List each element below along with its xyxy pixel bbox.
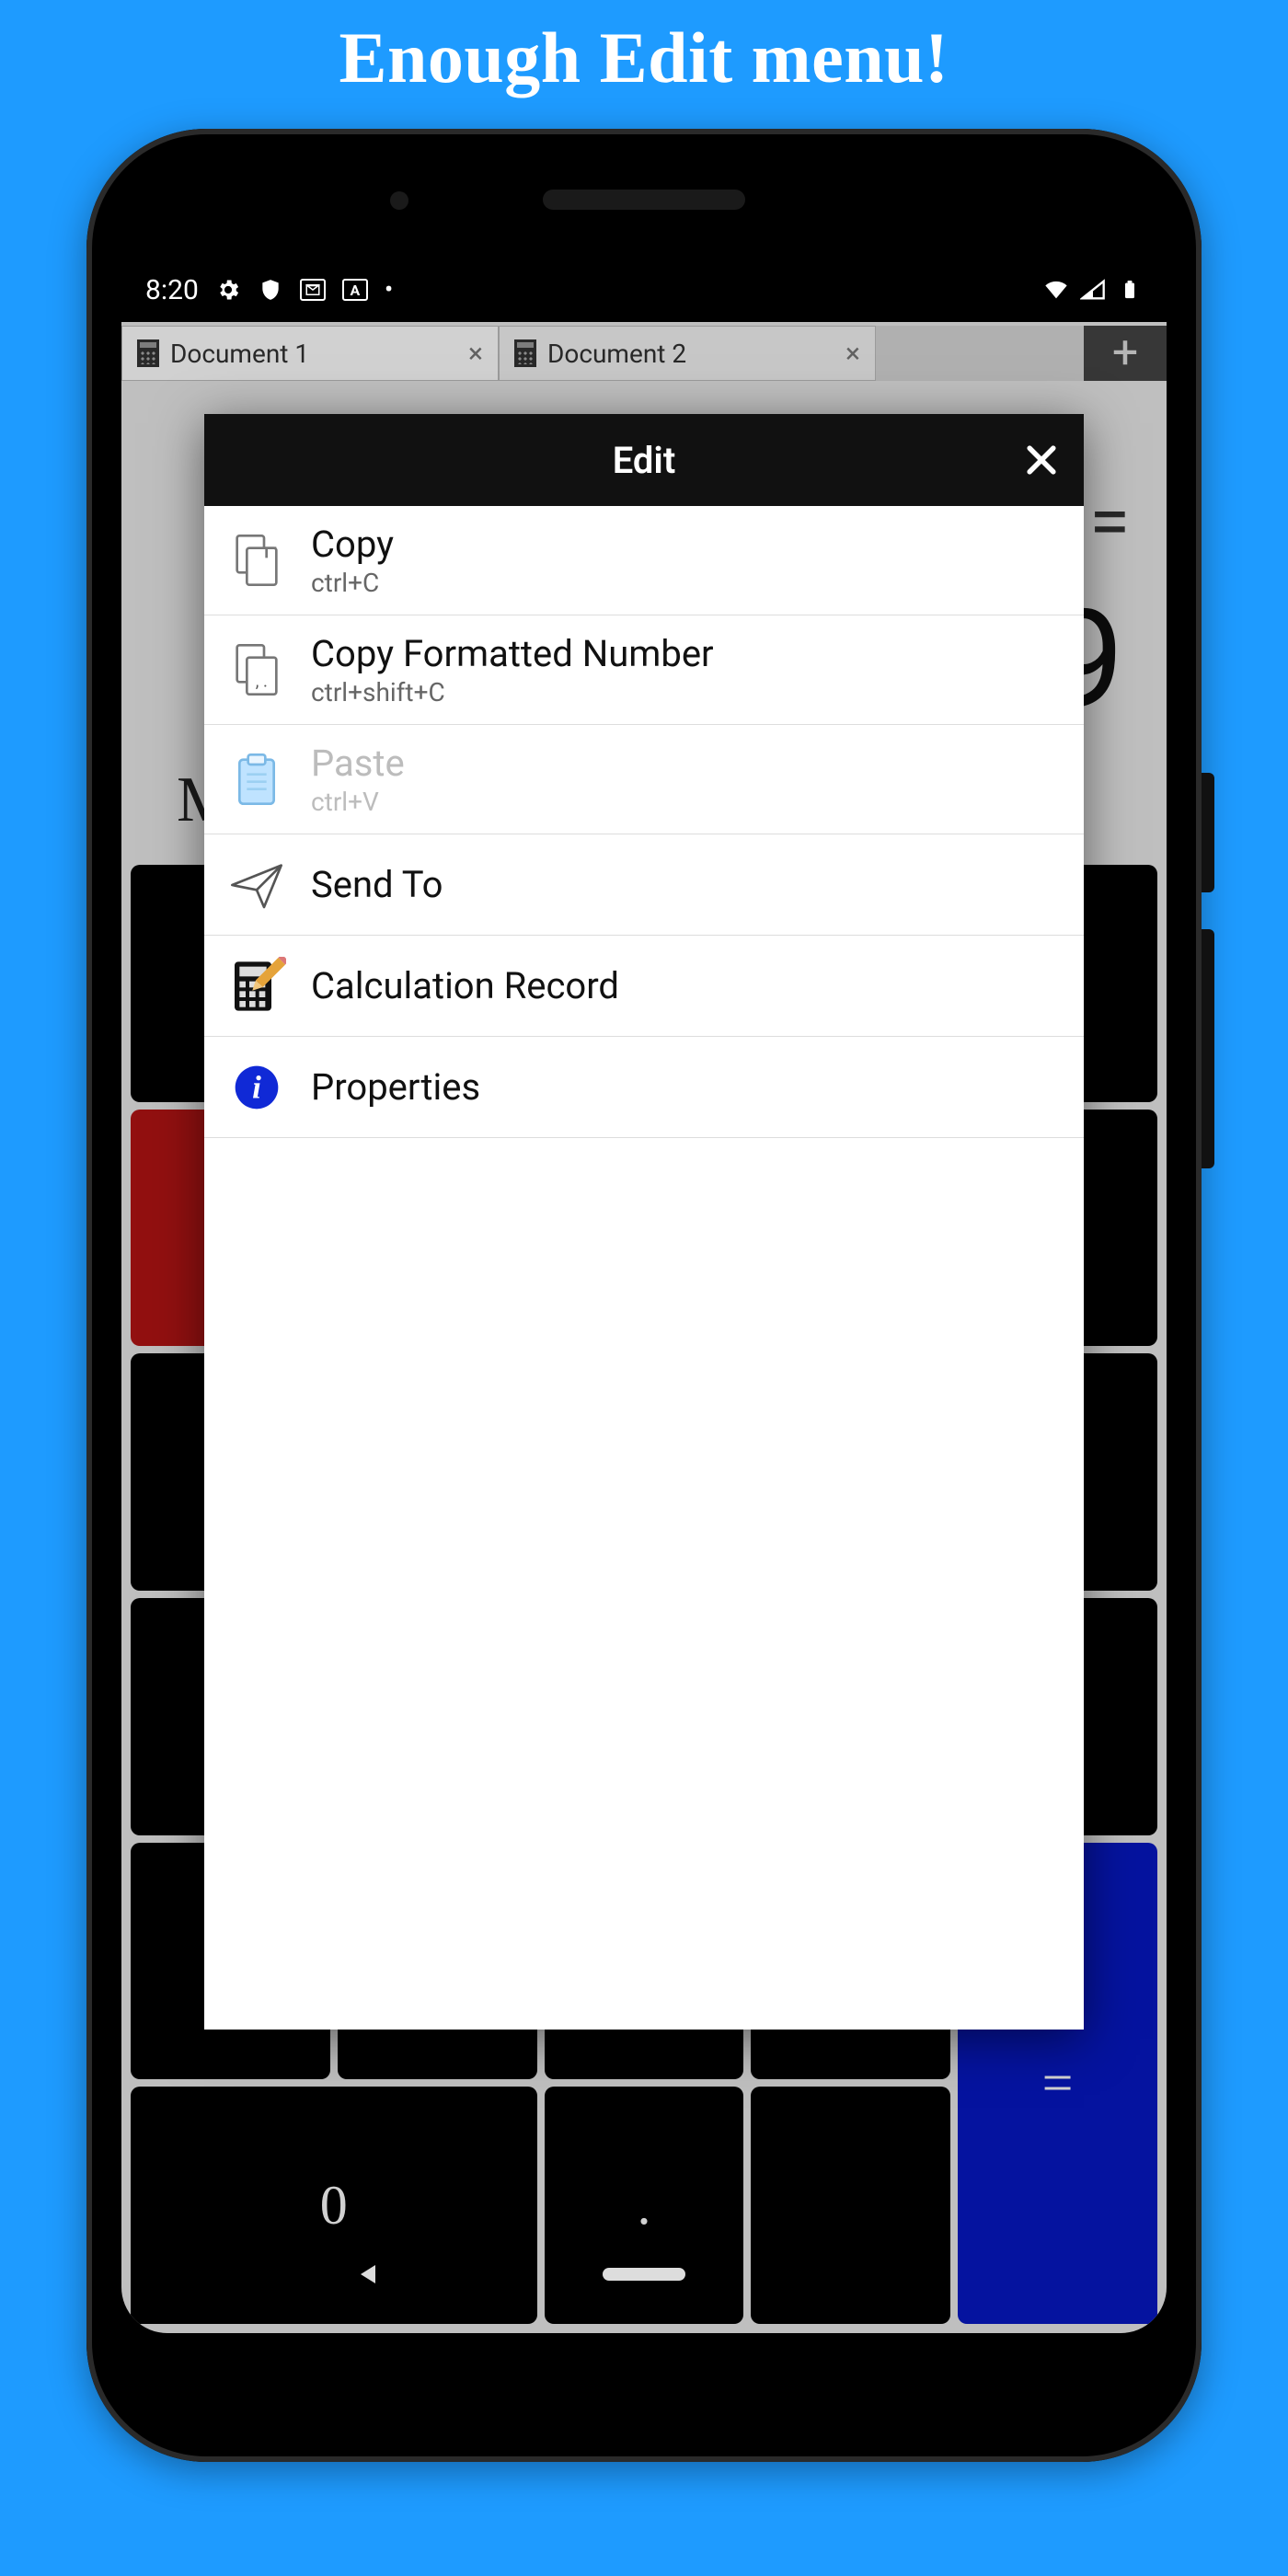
dialog-list: Copy ctrl+C , . Copy Formatted Number ct… [204,506,1084,2030]
calc-key[interactable] [751,2087,950,2324]
menu-item-label: Copy Formatted Number [311,632,714,675]
menu-item-copy-formatted[interactable]: , . Copy Formatted Number ctrl+shift+C [204,615,1084,725]
calculator-pencil-icon [224,954,289,1018]
paste-icon [224,747,289,811]
phone-side-button [1202,929,1214,1168]
letter-a-icon: A [342,279,368,301]
menu-item-shortcut: ctrl+C [311,568,394,598]
plus-icon: + [1112,327,1138,380]
menu-item-label: Send To [311,863,443,906]
menu-item-label: Copy [311,523,394,566]
promo-title: Enough Edit menu! [0,0,1288,99]
phone-frame: 8:20 A • [86,129,1202,2462]
calc-key-dot[interactable]: . [545,2087,744,2324]
tab-label: Document 1 [170,339,309,369]
dialog-title: Edit [613,439,676,482]
phone-camera [390,191,408,210]
svg-text:, .: , . [256,672,268,692]
phone-side-button [1202,773,1214,892]
phone-speaker [543,190,745,210]
signal-icon [1080,277,1106,303]
info-icon: i [224,1055,289,1120]
calc-key-zero[interactable]: 0 [131,2087,537,2324]
display-equals: = [1089,478,1130,565]
menu-item-shortcut: ctrl+shift+C [311,677,714,707]
dialog-header: Edit [204,414,1084,506]
status-dot-icon: • [385,277,393,303]
status-time: 8:20 [145,274,199,306]
copy-formatted-icon: , . [224,638,289,702]
tab-document-1[interactable]: Document 1 × [121,326,499,381]
menu-item-label: Properties [311,1065,480,1109]
close-icon[interactable]: × [845,338,860,370]
edit-dialog: Edit Copy ctrl+C [204,414,1084,2030]
menu-item-label: Calculation Record [311,964,619,1007]
menu-item-properties[interactable]: i Properties [204,1037,1084,1138]
close-icon[interactable]: × [468,338,483,370]
add-tab-button[interactable]: + [1084,326,1167,381]
menu-item-copy[interactable]: Copy ctrl+C [204,506,1084,615]
close-icon [1021,440,1062,480]
menu-item-calculation-record[interactable]: Calculation Record [204,936,1084,1037]
send-icon [224,853,289,917]
menu-item-label: Paste [311,742,405,785]
menu-item-paste: Paste ctrl+V [204,725,1084,834]
screen: 8:20 A • [121,258,1167,2333]
menu-item-send-to[interactable]: Send To [204,834,1084,936]
close-button[interactable] [1014,432,1069,488]
tab-document-2[interactable]: Document 2 × [499,326,876,381]
calculator-icon [137,339,159,367]
shield-icon [258,277,283,303]
calculator-icon [514,339,536,367]
svg-text:i: i [252,1069,261,1105]
gear-icon [215,277,241,303]
menu-item-shortcut: ctrl+V [311,787,405,817]
wifi-icon [1043,277,1069,303]
copy-icon [224,528,289,592]
tab-label: Document 2 [547,339,686,369]
status-bar: 8:20 A • [121,258,1167,322]
battery-icon [1117,277,1143,303]
tab-bar: Document 1 × Document 2 × + [121,326,1167,381]
mail-icon [300,279,326,301]
